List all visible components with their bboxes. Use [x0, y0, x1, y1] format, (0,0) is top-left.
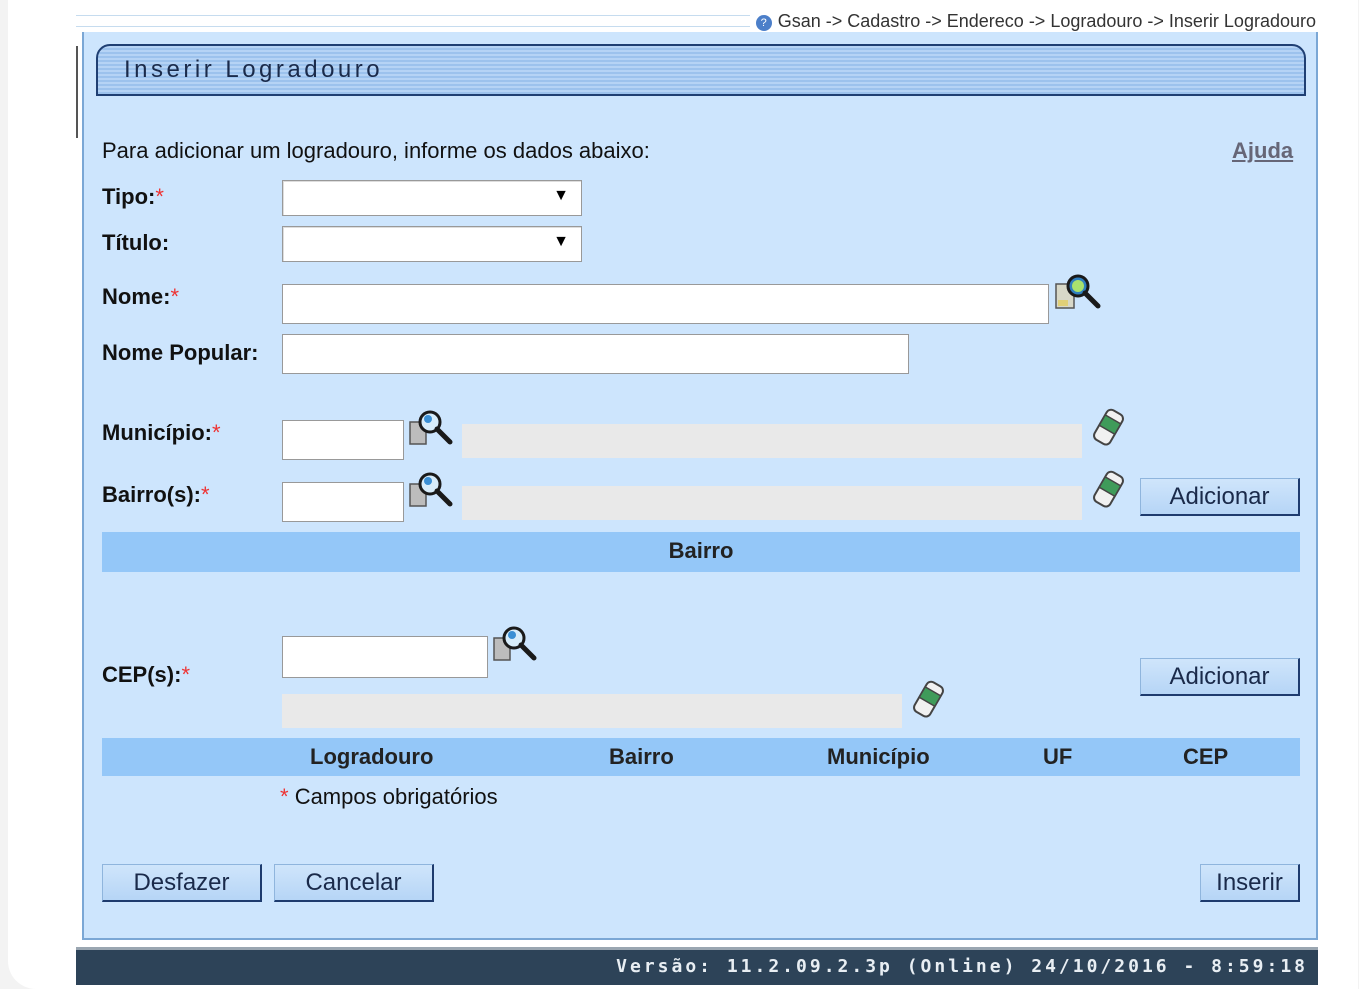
- nome-popular-input[interactable]: [282, 334, 909, 374]
- page: ? Gsan -> Cadastro -> Endereco -> Logrado…: [76, 10, 1318, 985]
- nome-label: Nome:*: [102, 284, 179, 310]
- required-mark: *: [201, 482, 210, 507]
- search-icon[interactable]: [1054, 270, 1104, 316]
- ceps-label-text: CEP(s):: [102, 662, 182, 687]
- eraser-icon[interactable]: [1088, 468, 1128, 512]
- required-mark: *: [155, 184, 164, 209]
- bairro-column-header: Bairro: [668, 538, 734, 563]
- tipo-label: Tipo:*: [102, 184, 164, 210]
- search-icon[interactable]: [492, 622, 540, 668]
- municipio-description-field: [462, 424, 1082, 458]
- municipio-label-text: Município:: [102, 420, 212, 445]
- titulo-select[interactable]: ▼: [282, 226, 582, 262]
- breadcrumb: ? Gsan -> Cadastro -> Endereco -> Logrado…: [76, 10, 1316, 32]
- required-mark: *: [170, 284, 180, 309]
- cep-description-field: [282, 694, 902, 728]
- tipo-label-text: Tipo:: [102, 184, 156, 209]
- dropdown-arrow-icon: ▼: [553, 187, 569, 204]
- eraser-icon[interactable]: [1088, 406, 1128, 450]
- adicionar-cep-button[interactable]: Adicionar: [1140, 658, 1300, 696]
- search-icon[interactable]: [408, 406, 456, 452]
- window-frame: ? Gsan -> Cadastro -> Endereco -> Logrado…: [8, 0, 1358, 989]
- required-mark: *: [211, 420, 221, 445]
- dropdown-arrow-icon: ▼: [553, 233, 569, 250]
- version-text: Versão: 11.2.09.2.3p (Online) 24/10/2016…: [616, 956, 1308, 977]
- version-footer: Versão: 11.2.09.2.3p (Online) 24/10/2016…: [76, 947, 1318, 985]
- breadcrumb-trail: ? Gsan -> Cadastro -> Endereco -> Logrado…: [749, 10, 1316, 32]
- municipio-code-input[interactable]: [282, 420, 404, 460]
- form-title: Inserir Logradouro: [124, 56, 384, 83]
- help-icon[interactable]: ?: [755, 15, 772, 31]
- eraser-icon[interactable]: [908, 678, 948, 722]
- nome-label-text: Nome:: [102, 284, 171, 309]
- cep-input[interactable]: [282, 636, 488, 678]
- titulo-label: Título:: [102, 230, 170, 255]
- ceps-label: CEP(s):*: [102, 662, 190, 688]
- municipio-label: Município:*: [102, 420, 221, 446]
- search-icon[interactable]: [408, 468, 456, 514]
- instructions-text: Para adicionar um logradouro, informe os…: [102, 138, 650, 163]
- bairro-column-header: Bairro: [609, 744, 674, 769]
- cancelar-button[interactable]: Cancelar: [274, 864, 434, 902]
- bairro-table-header: Bairro: [102, 532, 1300, 572]
- form-panel: Inserir Logradouro Para adicionar um log…: [82, 32, 1318, 940]
- nome-popular-label: Nome Popular:: [102, 340, 259, 365]
- required-mark: *: [280, 784, 289, 809]
- form-title-bar: Inserir Logradouro: [96, 44, 1306, 96]
- required-mark: *: [181, 662, 191, 687]
- bairro-description-field: [462, 486, 1082, 520]
- tipo-select[interactable]: ▼: [282, 180, 582, 216]
- bairros-label: Bairro(s):*: [102, 482, 210, 508]
- uf-column-header: UF: [1043, 744, 1073, 769]
- breadcrumb-text[interactable]: Gsan -> Cadastro -> Endereco -> Logradou…: [778, 11, 1316, 31]
- help-link[interactable]: Ajuda: [1232, 138, 1293, 164]
- desfazer-button[interactable]: Desfazer: [102, 864, 262, 902]
- cep-column-header: CEP: [1183, 744, 1229, 769]
- required-fields-note: * Campos obrigatórios: [280, 784, 498, 810]
- required-note-text: Campos obrigatórios: [294, 784, 498, 809]
- nome-input[interactable]: [282, 284, 1049, 324]
- adicionar-bairro-button[interactable]: Adicionar: [1140, 478, 1300, 516]
- inserir-button[interactable]: Inserir: [1200, 864, 1300, 902]
- cep-table-header: Logradouro Bairro Município UF CEP: [102, 738, 1300, 776]
- bairros-label-text: Bairro(s):: [102, 482, 202, 507]
- bairro-code-input[interactable]: [282, 482, 404, 522]
- municipio-column-header: Município: [827, 744, 930, 769]
- logradouro-column-header: Logradouro: [310, 744, 434, 769]
- left-border-line: [76, 46, 78, 138]
